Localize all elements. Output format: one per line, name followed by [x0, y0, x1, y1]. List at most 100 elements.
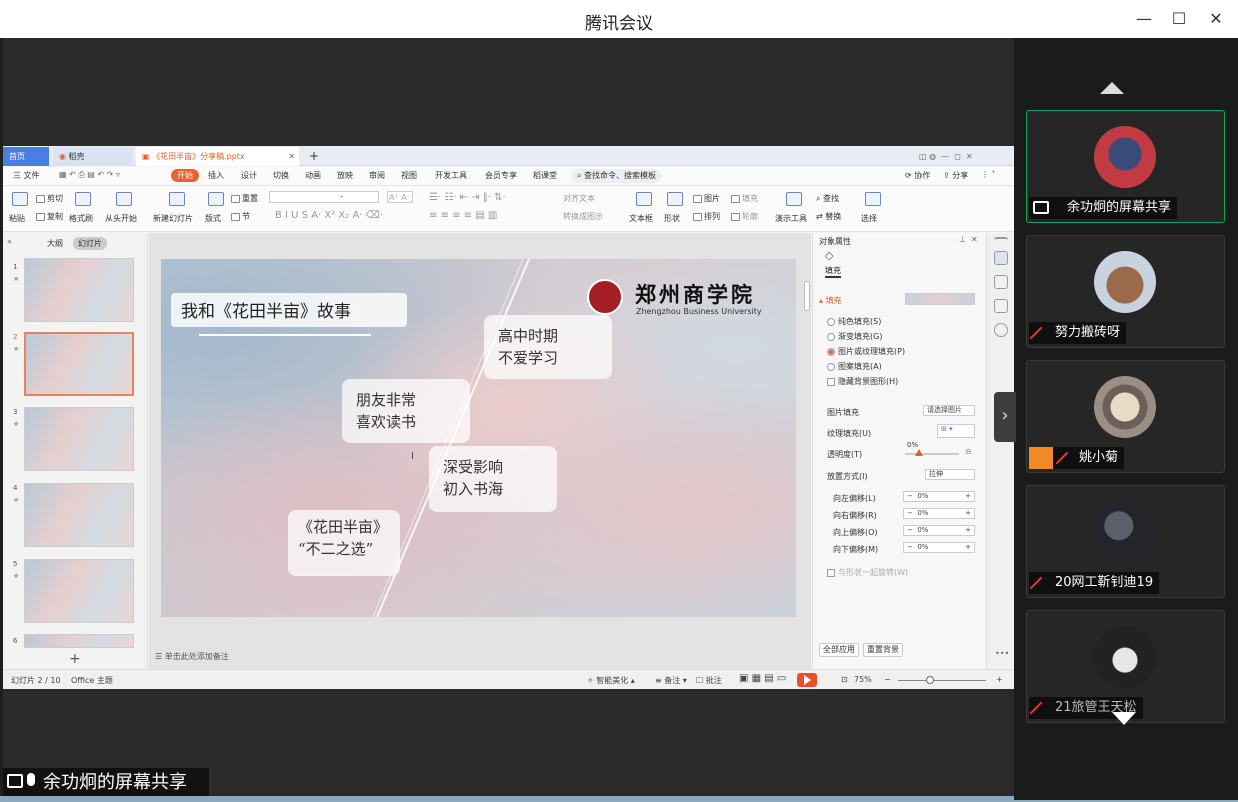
pane-pin-close-icons[interactable]: ⊥ ✕	[959, 235, 978, 244]
text-bubble-4[interactable]: 《花田半亩》 “不二之选”	[288, 510, 400, 576]
text-bubble-2[interactable]: 朋友非常 喜欢读书	[342, 379, 470, 443]
format-painter-button[interactable]: 格式刷	[69, 213, 93, 224]
command-search[interactable]: ⌕ 查找命令、搜索模板	[571, 169, 663, 183]
layout-button[interactable]: 版式	[205, 213, 221, 224]
radio-solid-fill[interactable]: 纯色填充(S)	[827, 316, 881, 327]
tab-slides[interactable]: 幻灯片	[73, 237, 107, 250]
scroll-down-arrow-icon[interactable]	[1112, 712, 1136, 725]
textbox-icon[interactable]	[636, 192, 652, 206]
collapse-panel-icon[interactable]: «	[7, 237, 12, 246]
fill-section-header[interactable]: ▴ 填充	[819, 295, 842, 306]
tab-fill[interactable]: 填充	[825, 265, 841, 278]
close-button[interactable]: ✕	[1205, 8, 1227, 30]
new-slide-icon[interactable]	[169, 192, 185, 206]
tab-outline[interactable]: 大纲	[47, 238, 63, 249]
presenter-tools-icon[interactable]	[786, 192, 802, 206]
shape-button[interactable]: 形状	[664, 213, 680, 224]
slideshow-icon[interactable]	[116, 192, 132, 206]
participant-card[interactable]: 21旅管王天松	[1026, 610, 1225, 723]
plus-icon[interactable]: +	[965, 543, 971, 552]
minimize-button[interactable]: —	[1133, 8, 1155, 30]
select-icon[interactable]	[865, 192, 881, 206]
align-icons[interactable]: ≡ ≡ ≡ ≡ ▤ ▥	[429, 210, 497, 221]
scroll-up-arrow-icon[interactable]	[1100, 82, 1124, 94]
slide-title[interactable]: 我和《花田半亩》故事	[171, 293, 407, 327]
slide-canvas[interactable]: 我和《花田半亩》故事 郑州商学院 Zhengzhou Business Univ…	[161, 259, 796, 617]
tab-home[interactable]: 首页	[3, 147, 49, 166]
tab-close-icon[interactable]: ✕	[288, 147, 295, 166]
slide-thumbnail-4[interactable]	[24, 483, 134, 547]
view-mode-icons[interactable]: ▣ ▦ ▤ ▭	[739, 673, 786, 684]
add-tab-button[interactable]: +	[303, 147, 325, 166]
rotate-with-shape-checkbox[interactable]: 与形状一起旋转(W)	[827, 567, 908, 578]
zoom-in-icon[interactable]: +	[996, 675, 1003, 684]
participant-card[interactable]: 余功炯的屏幕共享	[1026, 110, 1225, 223]
from-start-button[interactable]: 从头开始	[105, 213, 137, 224]
tab-daoke[interactable]: ◉ 稻壳	[53, 147, 133, 166]
apply-all-button[interactable]: 全部应用	[819, 643, 859, 657]
participant-card[interactable]: 努力搬砖呀	[1026, 235, 1225, 348]
find-button[interactable]: ⌕ 查找	[816, 193, 839, 204]
play-slideshow-button[interactable]	[797, 673, 817, 687]
zoom-level[interactable]: 75%	[854, 675, 872, 684]
next-page-chevron-icon[interactable]: ›	[994, 392, 1016, 442]
pic-fill-dropdown[interactable]: 请选择图片	[923, 405, 975, 416]
menu-dev[interactable]: 开发工具	[435, 170, 467, 181]
convert-smartart-button[interactable]: 转换成图示	[563, 211, 603, 222]
outline-button[interactable]: 轮廓	[731, 211, 758, 222]
menu-member[interactable]: 会员专享	[485, 170, 517, 181]
participant-card[interactable]: 20网工靳钊迪19	[1026, 485, 1225, 598]
more-icon[interactable]: ⋮ ˄	[981, 170, 996, 179]
presenter-tools-button[interactable]: 演示工具	[775, 213, 807, 224]
plus-icon[interactable]: +	[965, 509, 971, 518]
collab-button[interactable]: ⟳ 协作	[905, 170, 930, 181]
transparency-slider[interactable]	[905, 453, 959, 455]
properties-icon[interactable]	[994, 251, 1008, 265]
select-button[interactable]: 选择	[861, 213, 877, 224]
slide-thumbnail-6[interactable]	[24, 634, 134, 648]
plus-icon[interactable]: +	[965, 492, 971, 501]
slide-thumbnail-2[interactable]	[24, 332, 134, 396]
beautify-button[interactable]: ✧ 智能美化 ▴	[587, 675, 635, 686]
radio-picture-fill[interactable]: 图片或纹理填充(P)	[827, 346, 905, 357]
paste-button[interactable]: 粘贴	[9, 213, 25, 224]
menu-file[interactable]: 三 文件	[13, 170, 40, 181]
menu-course[interactable]: 稻课堂	[533, 170, 557, 181]
add-slide-button[interactable]: +	[69, 651, 81, 667]
slide-thumbnail-5[interactable]	[24, 559, 134, 623]
offset-up-stepper[interactable]: − 0% +	[903, 525, 975, 536]
text-bubble-1[interactable]: 高中时期 不爱学习	[484, 315, 612, 379]
radio-pattern-fill[interactable]: 图案填充(A)	[827, 361, 882, 372]
notes-toggle[interactable]: ≡ 备注 ▾	[655, 675, 687, 686]
offset-left-stepper[interactable]: − 0% +	[903, 491, 975, 502]
menu-start[interactable]: 开始	[171, 169, 199, 182]
tab-file[interactable]: ▣ 《花田半亩》分享稿.pptx ✕	[136, 147, 299, 166]
zoom-out-icon[interactable]: −	[884, 675, 891, 684]
transition-icon[interactable]	[994, 299, 1008, 313]
shape-icon[interactable]	[667, 192, 683, 206]
menu-switch[interactable]: 切换	[273, 170, 289, 181]
reset-background-button[interactable]: 重置背景	[863, 643, 903, 657]
help-icon[interactable]	[994, 323, 1008, 337]
copy-button[interactable]: 复制	[36, 211, 63, 222]
menu-review[interactable]: 审阅	[369, 170, 385, 181]
more-tools-icon[interactable]: •••	[995, 649, 1009, 658]
reset-button[interactable]: 重置	[231, 193, 258, 204]
hide-bg-checkbox[interactable]: 隐藏背景图形(H)	[827, 376, 898, 387]
menu-view[interactable]: 视图	[401, 170, 417, 181]
maximize-button[interactable]: ☐	[1168, 8, 1190, 30]
slide-scrollbar[interactable]	[804, 281, 810, 311]
section-button[interactable]: 节	[231, 211, 250, 222]
list-icons[interactable]: ☰· ☷· ⇤ ⇥ ‖· ⇅·	[429, 192, 506, 203]
texture-dropdown[interactable]: ⊞ ▾	[937, 424, 975, 438]
radio-gradient-fill[interactable]: 渐变填充(G)	[827, 331, 882, 342]
offset-right-stepper[interactable]: − 0% +	[903, 508, 975, 519]
menu-insert[interactable]: 插入	[208, 170, 224, 181]
animation-icon[interactable]	[994, 275, 1008, 289]
fill-bucket-icon[interactable]: ◇	[825, 249, 833, 262]
menu-slideshow[interactable]: 放映	[337, 170, 353, 181]
font-name-field[interactable]: -	[269, 191, 379, 203]
layout-icon[interactable]	[208, 192, 224, 206]
slide-thumbnail-1[interactable]	[24, 258, 134, 322]
align-text-button[interactable]: 对齐文本	[563, 193, 595, 204]
